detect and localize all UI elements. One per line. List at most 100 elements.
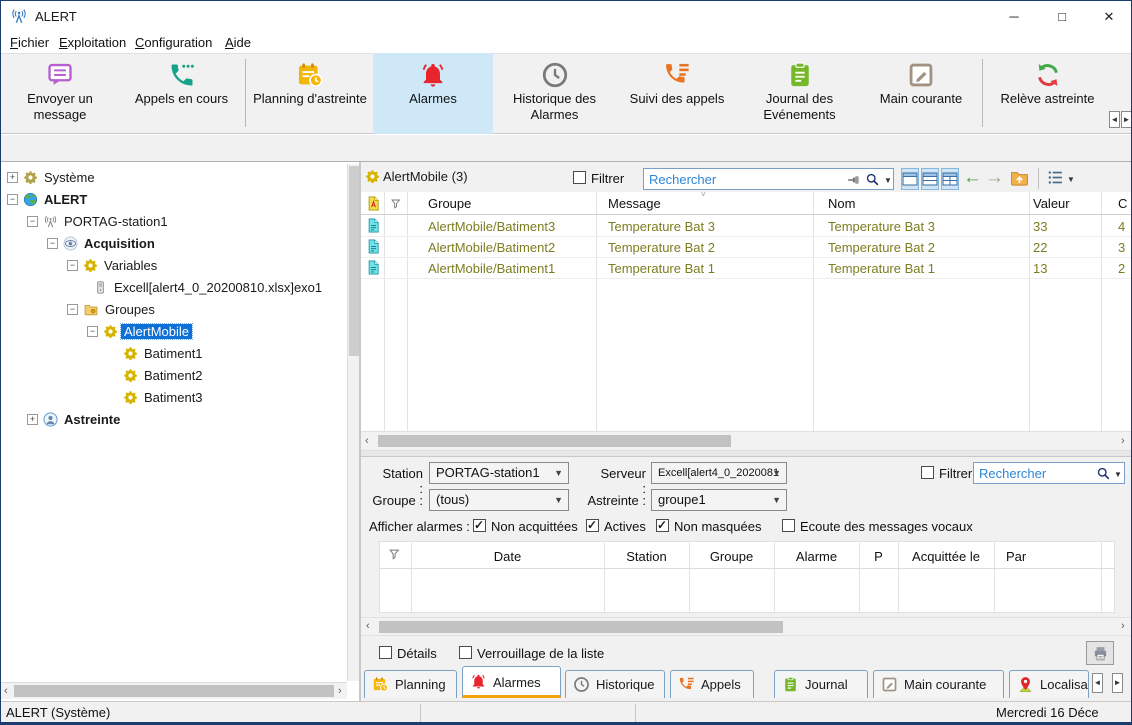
minimize-button[interactable]: ─	[997, 7, 1031, 27]
alarm-horizontal-scrollbar[interactable]: ‹ ›	[361, 617, 1132, 636]
tree-item-alert[interactable]: − ALERT	[1, 189, 341, 211]
column-header-par[interactable]: Par	[1006, 549, 1026, 564]
tree-item-acquisition[interactable]: − Acquisition	[1, 233, 341, 255]
non-acquittees-checkbox[interactable]	[473, 519, 486, 532]
tree-item-variables[interactable]: − Variables	[1, 255, 341, 277]
column-header-valeur[interactable]: Valeur	[1033, 196, 1070, 211]
groupe-select[interactable]: (tous)▼	[429, 489, 569, 511]
column-header-groupe[interactable]: Groupe	[689, 549, 774, 564]
tree-vertical-scrollbar[interactable]	[347, 164, 359, 681]
tab-scroll-right-button[interactable]: ►	[1112, 673, 1123, 693]
scrollbar-thumb[interactable]	[349, 166, 359, 356]
tree-item-groupes[interactable]: − Groupes	[1, 299, 341, 321]
list-menu-dropdown-icon[interactable]: ▼	[1067, 175, 1075, 184]
column-header-date[interactable]: Date	[411, 549, 604, 564]
toolbar-releve-astreinte[interactable]: Relève astreinte	[984, 53, 1111, 134]
toolbar-planning-astreinte[interactable]: Planning d'astreinte	[247, 53, 373, 134]
column-header-acquittee[interactable]: Acquittée le	[898, 549, 994, 564]
column-header-extra[interactable]: C	[1118, 196, 1127, 211]
column-header-alarme[interactable]: Alarme	[774, 549, 859, 564]
tab-journal[interactable]: Journal	[774, 670, 868, 698]
toolbar-alarmes[interactable]: Alarmes	[373, 53, 493, 134]
folder-up-icon[interactable]	[1009, 168, 1030, 188]
navigate-back-icon[interactable]: ←	[963, 167, 982, 189]
expand-minus-icon[interactable]: −	[67, 304, 78, 315]
expand-minus-icon[interactable]: −	[47, 238, 58, 249]
scrollbar-thumb[interactable]	[14, 685, 334, 697]
menu-exploitation[interactable]: Exploitation	[56, 34, 129, 51]
details-checkbox[interactable]	[379, 646, 392, 659]
scroll-right-icon[interactable]: ›	[1121, 618, 1125, 634]
search-icon[interactable]	[1096, 466, 1111, 481]
funnel-icon[interactable]	[388, 548, 401, 561]
view-mode-1-button[interactable]	[901, 168, 919, 190]
tree-item-alertmobile[interactable]: − AlertMobile	[1, 321, 341, 343]
search-dropdown-icon[interactable]: ▼	[884, 176, 892, 185]
funnel-icon[interactable]	[390, 198, 402, 210]
toolbar-scroll-right-button[interactable]: ►	[1121, 111, 1132, 128]
close-button[interactable]: ✕	[1092, 7, 1126, 27]
navigate-forward-icon[interactable]: →	[985, 167, 1004, 189]
astreinte-select[interactable]: groupe1▼	[651, 489, 787, 511]
search-dropdown-icon[interactable]: ▼	[1114, 470, 1122, 479]
search-icon[interactable]	[865, 172, 880, 187]
scroll-right-icon[interactable]: ›	[1121, 433, 1125, 449]
scroll-right-icon[interactable]: ›	[338, 683, 342, 699]
expand-minus-icon[interactable]: −	[87, 326, 98, 337]
tab-localisation[interactable]: Localisa	[1009, 670, 1089, 698]
toolbar-historique-alarmes[interactable]: Historique des Alarmes	[493, 53, 616, 134]
alarm-search-input[interactable]	[979, 464, 1072, 482]
tree-item-systeme[interactable]: + Système	[1, 167, 341, 189]
list-menu-icon[interactable]	[1047, 169, 1064, 186]
tab-alarmes[interactable]: Alarmes	[462, 666, 561, 698]
menu-fichier[interactable]: Fichier	[7, 34, 52, 51]
expand-minus-icon[interactable]: −	[7, 194, 18, 205]
toolbar-envoyer-message[interactable]: Envoyer un message	[1, 53, 119, 134]
sort-indicator-icon[interactable]: ˅	[701, 190, 706, 199]
tab-historique[interactable]: Historique	[565, 670, 665, 698]
tree-item-batiment1[interactable]: Batiment1	[1, 343, 341, 365]
column-header-p[interactable]: P	[859, 549, 898, 564]
tree-item-portag-station1[interactable]: − PORTAG-station1	[1, 211, 341, 233]
scroll-left-icon[interactable]: ‹	[4, 683, 8, 699]
variables-filter-checkbox[interactable]	[573, 171, 586, 184]
scrollbar-thumb[interactable]	[379, 621, 783, 633]
tab-planning[interactable]: Planning	[364, 670, 457, 698]
alarm-filter-checkbox[interactable]	[921, 466, 934, 479]
column-header-nom[interactable]: Nom	[828, 196, 855, 211]
verrouillage-checkbox[interactable]	[459, 646, 472, 659]
non-masquees-checkbox[interactable]	[656, 519, 669, 532]
toolbar-main-courante[interactable]: Main courante	[861, 53, 981, 134]
tab-appels[interactable]: Appels	[670, 670, 754, 698]
column-header-station[interactable]: Station	[604, 549, 689, 564]
toolbar-journal-evenements[interactable]: Journal des Evénements	[738, 53, 861, 134]
toolbar-scroll-left-button[interactable]: ◄	[1109, 111, 1120, 128]
menu-aide[interactable]: Aide	[222, 34, 254, 51]
maximize-button[interactable]: □	[1045, 7, 1079, 27]
column-header-groupe[interactable]: Groupe	[428, 196, 471, 211]
menu-configuration[interactable]: Configuration	[132, 34, 215, 51]
view-mode-3-button[interactable]	[941, 168, 959, 190]
expand-minus-icon[interactable]: −	[27, 216, 38, 227]
tree-item-batiment2[interactable]: Batiment2	[1, 365, 341, 387]
variables-horizontal-scrollbar[interactable]: ‹ ›	[361, 431, 1132, 451]
view-mode-2-button[interactable]	[921, 168, 939, 190]
actives-checkbox[interactable]	[586, 519, 599, 532]
tree-item-batiment3[interactable]: Batiment3	[1, 387, 341, 409]
scroll-left-icon[interactable]: ‹	[365, 433, 369, 449]
tree-item-astreinte[interactable]: + Astreinte	[1, 409, 341, 431]
tab-main-courante[interactable]: Main courante	[873, 670, 1004, 698]
station-select[interactable]: PORTAG-station1▼	[429, 462, 569, 484]
pushpin-icon[interactable]	[847, 173, 861, 187]
toolbar-suivi-appels[interactable]: Suivi des appels	[616, 53, 738, 134]
toolbar-appels-en-cours[interactable]: Appels en cours	[119, 53, 244, 134]
column-header-message[interactable]: Message	[608, 196, 661, 211]
expand-minus-icon[interactable]: −	[67, 260, 78, 271]
expand-plus-icon[interactable]: +	[7, 172, 18, 183]
variables-search-input[interactable]	[649, 170, 823, 188]
tree-horizontal-scrollbar[interactable]: ‹ ›	[1, 682, 347, 699]
scrollbar-thumb[interactable]	[378, 435, 731, 447]
tree-item-excell-source[interactable]: Excell[alert4_0_20200810.xlsx]exo1	[1, 277, 341, 299]
scroll-left-icon[interactable]: ‹	[366, 618, 370, 634]
tab-scroll-left-button[interactable]: ◄	[1092, 673, 1103, 693]
